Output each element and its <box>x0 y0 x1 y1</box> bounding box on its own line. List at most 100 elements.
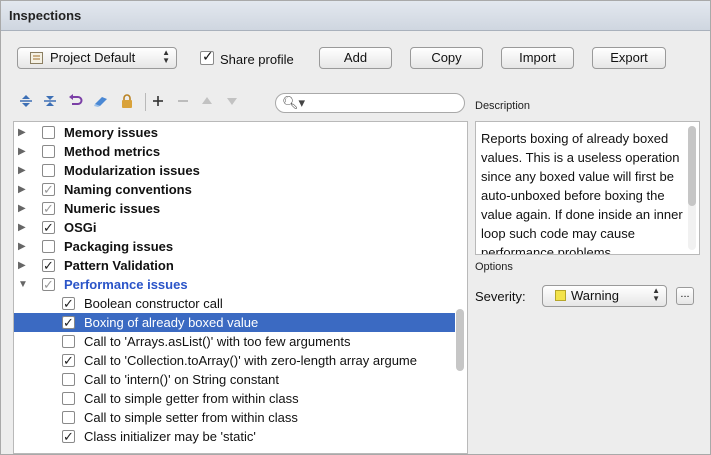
row-label: Performance issues <box>64 277 188 292</box>
tree-item-row[interactable]: Call to simple getter from within class <box>14 389 455 408</box>
expand-all-icon[interactable] <box>18 93 34 109</box>
lock-icon[interactable] <box>119 93 135 109</box>
import-button[interactable]: Import <box>501 47 574 69</box>
check-icon: ✓ <box>63 353 74 368</box>
row-label: Call to simple getter from within class <box>84 391 299 406</box>
profile-icon <box>30 52 43 64</box>
tree-scrollbar[interactable] <box>456 309 464 371</box>
share-profile-label: Share profile <box>220 52 294 67</box>
description-text: Reports boxing of already boxed values. … <box>481 131 683 255</box>
export-button[interactable]: Export <box>592 47 666 69</box>
severity-color-swatch <box>555 290 566 301</box>
expanded-arrow-icon[interactable]: ▼ <box>18 275 28 294</box>
row-checkbox[interactable] <box>62 335 75 348</box>
row-checkbox[interactable] <box>42 126 55 139</box>
tree-group-row[interactable]: ▶ ✓ Pattern Validation <box>14 256 455 275</box>
row-label: Modularization issues <box>64 163 200 178</box>
share-profile-checkbox[interactable]: ✓ <box>200 48 214 65</box>
tree-group-row[interactable]: ▶ ✓ OSGi <box>14 218 455 237</box>
collapsed-arrow-icon[interactable]: ▶ <box>18 142 26 161</box>
row-label: Numeric issues <box>64 201 161 216</box>
row-checkbox[interactable]: ✓ <box>62 296 75 311</box>
collapsed-arrow-icon[interactable]: ▶ <box>18 199 26 218</box>
description-scroll-thumb[interactable] <box>688 126 696 206</box>
row-checkbox[interactable] <box>62 392 75 405</box>
row-checkbox[interactable] <box>42 240 55 253</box>
inspection-tree[interactable]: ▶ Memory issues ▶ Method metrics ▶ Modulariza… <box>13 121 468 454</box>
tree-item-row[interactable]: Call to simple setter from within class <box>14 408 455 427</box>
row-checkbox[interactable]: ✓ <box>62 315 75 330</box>
tree-group-row[interactable]: ▶ ✓ Naming conventions <box>14 180 455 199</box>
window-title: Inspections <box>9 8 82 23</box>
add-button[interactable]: Add <box>319 47 392 69</box>
search-icon: 🔍︎▾ <box>282 95 306 110</box>
copy-button[interactable]: Copy <box>410 47 483 69</box>
row-checkbox[interactable]: ✓ <box>42 220 55 235</box>
check-icon: ✓ <box>43 201 54 216</box>
row-checkbox[interactable]: ✓ <box>42 258 55 273</box>
move-up-icon[interactable] <box>199 93 215 109</box>
row-checkbox[interactable]: ✓ <box>42 277 55 292</box>
tree-item-row[interactable]: Call to 'intern()' on String constant <box>14 370 455 389</box>
collapsed-arrow-icon[interactable]: ▶ <box>18 161 26 180</box>
severity-more-button[interactable]: ... <box>676 287 694 305</box>
collapse-all-icon[interactable] <box>42 93 58 109</box>
collapsed-arrow-icon[interactable]: ▶ <box>18 218 26 237</box>
row-checkbox[interactable] <box>62 373 75 386</box>
search-input[interactable]: 🔍︎▾ <box>275 93 465 113</box>
collapsed-arrow-icon[interactable]: ▶ <box>18 256 26 275</box>
row-checkbox[interactable] <box>62 411 75 424</box>
row-checkbox[interactable] <box>42 145 55 158</box>
row-checkbox[interactable]: ✓ <box>42 201 55 216</box>
row-label: Boxing of already boxed value <box>84 315 259 330</box>
row-label: Packaging issues <box>64 239 174 254</box>
tree-item-row[interactable]: ✓ Call to 'Collection.toArray()' with zer… <box>14 351 455 370</box>
plus-icon[interactable] <box>150 93 166 109</box>
row-label: Class initializer may be 'static' <box>84 429 256 444</box>
tree-item-row[interactable]: ✓ Class initializer may be 'static' <box>14 427 455 446</box>
select-arrows-icon: ▲ ▼ <box>162 48 170 65</box>
description-label: Description <box>475 100 531 112</box>
tree-item-row[interactable]: ✓ Boolean constructor call <box>14 294 455 313</box>
options-label: Options <box>475 261 513 273</box>
tree-item-row[interactable]: Call to 'Arrays.asList()' with too few a… <box>14 332 455 351</box>
description-panel: Reports boxing of already boxed values. … <box>475 121 700 255</box>
row-checkbox[interactable]: ✓ <box>62 429 75 444</box>
tree-group-row[interactable]: ▶ Packaging issues <box>14 237 455 256</box>
check-icon: ✓ <box>202 48 214 64</box>
check-icon: ✓ <box>43 220 54 235</box>
check-icon: ✓ <box>43 277 54 292</box>
row-checkbox[interactable]: ✓ <box>62 353 75 368</box>
row-label: Call to 'Arrays.asList()' with too few a… <box>84 334 351 349</box>
row-checkbox[interactable]: ✓ <box>42 182 55 197</box>
row-label: Pattern Validation <box>64 258 174 273</box>
tree-group-row[interactable]: ▼ ✓ Performance issues <box>14 275 455 294</box>
row-label: Boolean constructor call <box>84 296 223 311</box>
severity-select[interactable]: Warning ▲ ▼ <box>542 285 667 307</box>
collapsed-arrow-icon[interactable]: ▶ <box>18 237 26 256</box>
tree-group-row[interactable]: ▶ ✓ Numeric issues <box>14 199 455 218</box>
row-label: OSGi <box>64 220 97 235</box>
profile-select-value: Project Default <box>50 50 136 65</box>
move-down-icon[interactable] <box>224 93 240 109</box>
tree-group-row[interactable]: ▶ Modularization issues <box>14 161 455 180</box>
severity-value: Warning <box>571 288 619 303</box>
tree-item-row[interactable]: ✓ Boxing of already boxed value <box>14 313 455 332</box>
row-checkbox[interactable] <box>42 164 55 177</box>
description-scrollbar[interactable] <box>688 126 696 250</box>
row-label: Call to 'Collection.toArray()' with zero… <box>84 353 417 368</box>
reset-icon[interactable] <box>67 93 83 109</box>
select-arrows-icon: ▲ ▼ <box>652 286 660 303</box>
collapsed-arrow-icon[interactable]: ▶ <box>18 123 26 142</box>
eraser-icon[interactable] <box>93 93 109 109</box>
minus-icon[interactable] <box>175 93 191 109</box>
row-label: Memory issues <box>64 125 158 140</box>
profile-select[interactable]: Project Default ▲ ▼ <box>17 47 177 69</box>
check-icon: ✓ <box>43 258 54 273</box>
tree-group-row[interactable]: ▶ Method metrics <box>14 142 455 161</box>
row-label: Naming conventions <box>64 182 192 197</box>
severity-label: Severity: <box>475 289 526 304</box>
check-icon: ✓ <box>63 296 74 311</box>
collapsed-arrow-icon[interactable]: ▶ <box>18 180 26 199</box>
tree-group-row[interactable]: ▶ Memory issues <box>14 123 455 142</box>
